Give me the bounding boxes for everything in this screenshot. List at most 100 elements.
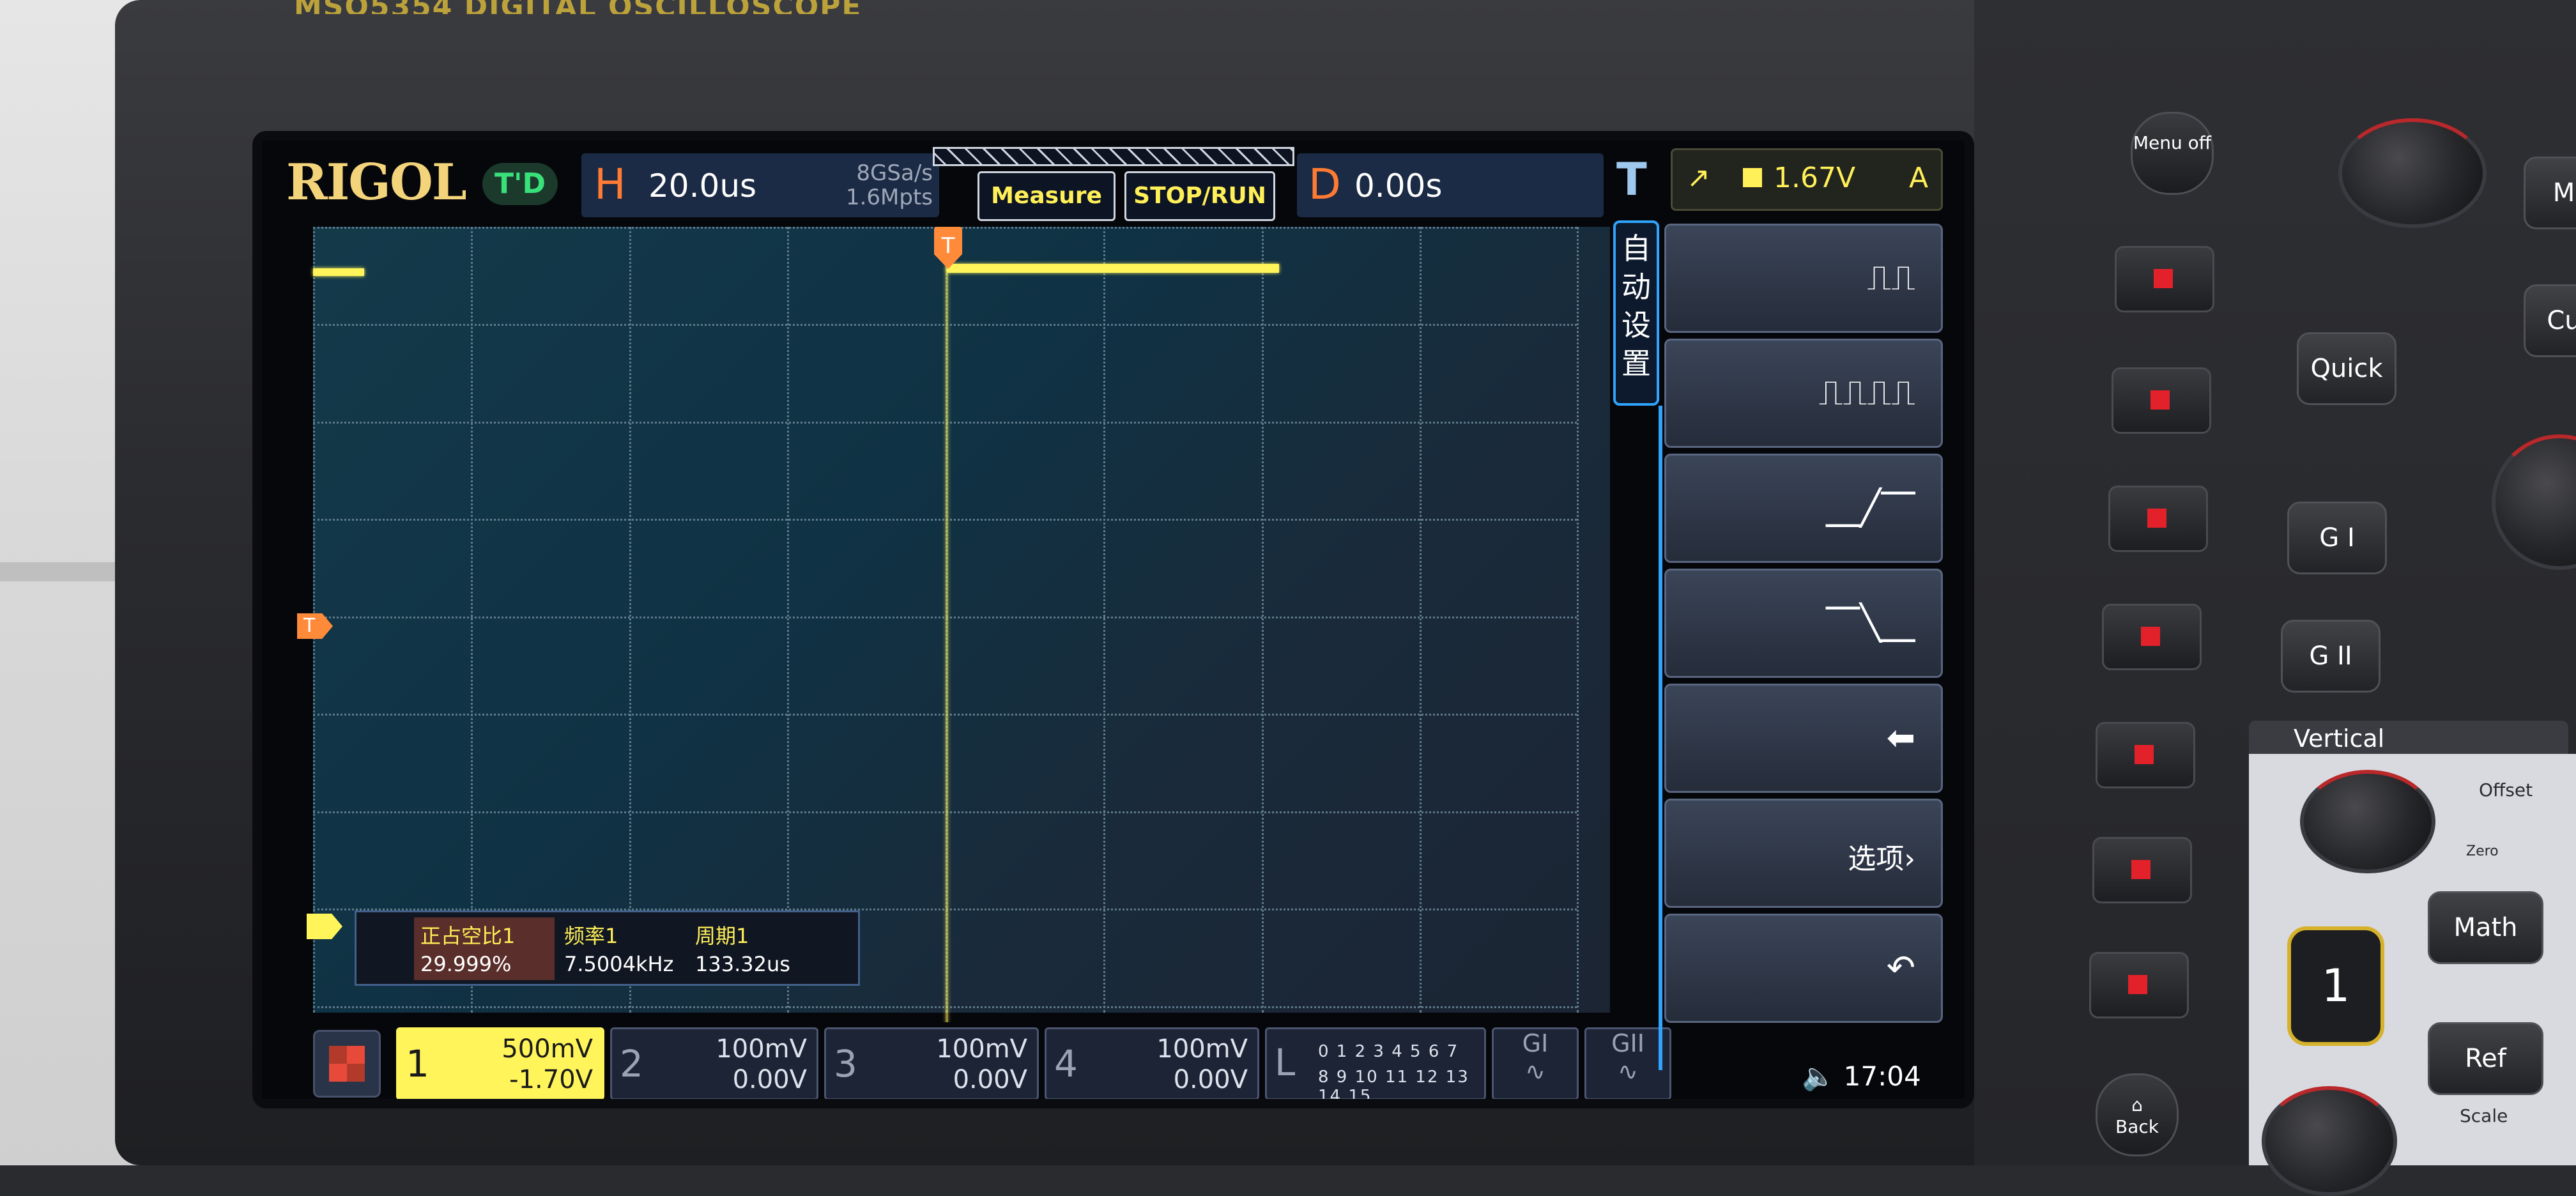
measurement-value: 29.999% (420, 952, 512, 976)
vertical-scale-knob[interactable] (2262, 1086, 2397, 1196)
softkey-7[interactable] (2089, 952, 2189, 1018)
options-label: 选项› (1848, 843, 1915, 875)
delay-box[interactable]: D 0.00s (1297, 153, 1604, 217)
side-menu-connector (1659, 406, 1662, 1070)
logic-row-2: 8 9 10 11 12 13 14 15 (1318, 1068, 1469, 1099)
back-button[interactable]: ⌂ Back (2096, 1073, 2179, 1156)
softkey-5[interactable] (2096, 722, 2195, 788)
horizontal-timebase-box[interactable]: H 20.0us 8GSa/s 1.6Mpts (581, 153, 939, 217)
menu-item-options[interactable]: 选项› (1664, 799, 1943, 908)
grid-line (629, 227, 631, 1013)
side-menu-title: 自动设置 (1613, 220, 1659, 406)
channel-4-box[interactable]: 4 100mV 0.00V (1045, 1027, 1259, 1099)
trigger-mode: A (1909, 162, 1929, 194)
speaker-icon[interactable]: 🔈 (1802, 1061, 1835, 1092)
grid-line (313, 617, 1577, 618)
grid-line (787, 227, 789, 1013)
menu-item-pulse-train[interactable]: ⎍⎍⎍⎍ (1664, 339, 1943, 448)
channel-number: 4 (1054, 1042, 1078, 1085)
menu-item-falling-edge[interactable]: ⎺╲⎽ (1664, 569, 1943, 678)
clock-time: 17:04 (1843, 1061, 1921, 1092)
generator-1-box[interactable]: GI ∿ (1492, 1027, 1579, 1099)
channel-menu-button[interactable] (313, 1030, 381, 1098)
grid-line (1420, 227, 1422, 1013)
softkey-3[interactable] (2108, 486, 2208, 552)
quick-button[interactable]: Quick (2297, 332, 2396, 405)
grid-line (313, 324, 1577, 326)
delay-label: D (1308, 160, 1341, 209)
menu-item-undo[interactable]: ↶ (1664, 914, 1943, 1023)
logic-analyzer-box[interactable]: L 0 1 2 3 4 5 6 7 8 9 10 11 12 13 14 15 (1265, 1027, 1486, 1099)
offset-label: Offset (2479, 779, 2533, 801)
rigol-logo: RIGOL (286, 153, 467, 211)
vertical-offset-knob[interactable] (2300, 770, 2435, 873)
home-icon: ⌂ (2131, 1094, 2143, 1116)
measurement-header: 周期1 (695, 924, 749, 948)
menu-item-back[interactable]: ⬅ (1664, 684, 1943, 793)
chevron-right-icon: › (1904, 843, 1915, 875)
softkey-4[interactable] (2102, 604, 2202, 670)
rising-edge-icon: ↗ (1687, 162, 1710, 194)
logic-label: L (1275, 1041, 1296, 1084)
channel-2-box[interactable]: 2 100mV 0.00V (610, 1027, 818, 1099)
model-strip: MSO5354 DIGITAL OSCILLOSCOPE (294, 0, 1291, 14)
grid-line (1577, 227, 1579, 1013)
oscilloscope-screen: RIGOL T'D H 20.0us 8GSa/s 1.6Mpts Measur… (262, 141, 1965, 1099)
channel-number: 2 (620, 1042, 643, 1085)
measurement-value: 133.32us (695, 952, 790, 976)
softkey-1[interactable] (2115, 246, 2214, 312)
measurement-table[interactable]: 正占空比1 频率1 周期1 29.999% 7.5004kHz 133.32us (355, 910, 860, 986)
stop-run-button[interactable]: STOP/RUN (1124, 171, 1275, 221)
memory-position-ribbon (933, 147, 1294, 166)
menu-item-pulse[interactable]: ⎍⎍ (1664, 224, 1943, 333)
measurement-value: 7.5004kHz (564, 952, 674, 976)
generator-2-button[interactable]: G II (2281, 620, 2380, 693)
trigger-label: T (1616, 153, 1647, 206)
ch1-trace-high (947, 264, 1279, 273)
channel-3-box[interactable]: 3 100mV 0.00V (824, 1027, 1039, 1099)
channel-offset: 0.00V (732, 1065, 807, 1094)
softkey-2[interactable] (2112, 367, 2211, 434)
channel-number: 1 (406, 1042, 429, 1085)
channel-number: 3 (834, 1042, 857, 1085)
menu-item-rising-edge[interactable]: ⎽╱⎺ (1664, 454, 1943, 563)
channel-1-box[interactable]: 1 500mV -1.70V (396, 1027, 604, 1099)
undo-icon: ↶ (1886, 947, 1915, 988)
trigger-status-badge[interactable]: T'D (482, 163, 558, 205)
falling-edge-icon: ⎺╲⎽ (1825, 602, 1915, 643)
sine-icon: ∿ (1525, 1057, 1545, 1085)
menu-off-button[interactable]: Menu off (2131, 112, 2214, 195)
horizontal-label: H (594, 160, 626, 209)
channel-scale: 500mV (502, 1034, 593, 1064)
scale-label: Scale (2460, 1105, 2508, 1126)
vertical-section-title: Vertical (2249, 721, 2568, 756)
measure-panel-button[interactable]: M (2524, 157, 2576, 229)
channel-offset: 0.00V (1173, 1065, 1248, 1094)
ref-button[interactable]: Ref (2428, 1022, 2543, 1095)
generator-1-button[interactable]: G I (2287, 502, 2387, 574)
pulse-train-icon: ⎍⎍⎍⎍ (1818, 372, 1915, 413)
math-button[interactable]: Math (2428, 891, 2543, 964)
trigger-box[interactable]: ↗ 1.67V A (1671, 148, 1943, 211)
channel1-source-icon (1743, 168, 1762, 187)
timebase-value: 20.0us (648, 167, 757, 204)
measure-button[interactable]: Measure (977, 171, 1116, 221)
ch1-trace-high-left (313, 268, 364, 276)
multipurpose-knob[interactable] (2338, 118, 2487, 228)
grid-line (1262, 227, 1264, 1013)
sample-rate: 8GSa/s (856, 160, 933, 186)
channel-scale: 100mV (1156, 1034, 1248, 1064)
measurement-header: 正占空比1 (420, 924, 516, 948)
grid-line (313, 714, 1577, 716)
channel-scale: 100mV (716, 1034, 807, 1064)
zero-label: Zero (2466, 843, 2499, 859)
softkey-6[interactable] (2092, 837, 2192, 903)
cursor-panel-button[interactable]: Cu (2524, 284, 2576, 357)
logic-row-1: 0 1 2 3 4 5 6 7 (1318, 1042, 1459, 1061)
channel-offset: -1.70V (509, 1065, 593, 1094)
back-label: Back (2115, 1116, 2159, 1137)
channel-scale: 100mV (936, 1034, 1027, 1064)
delay-value: 0.00s (1354, 167, 1443, 204)
channel-1-button[interactable]: 1 (2287, 926, 2384, 1046)
clock: 🔈 17:04 (1802, 1061, 1921, 1092)
